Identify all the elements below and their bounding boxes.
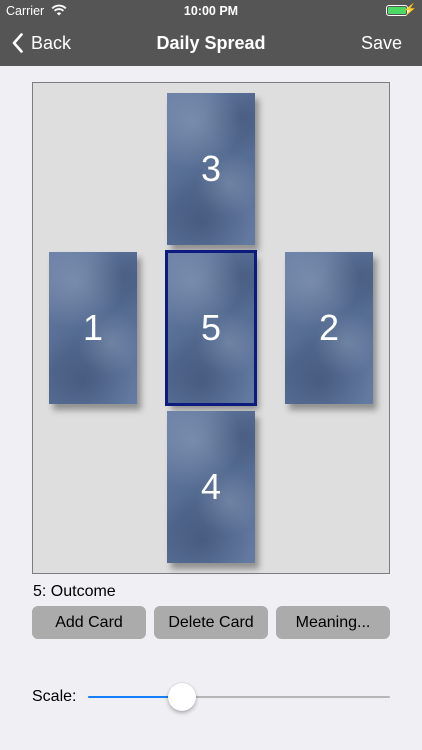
card-4[interactable]: 4	[167, 411, 255, 563]
meaning-button[interactable]: Meaning...	[276, 606, 390, 639]
card-number: 4	[200, 466, 222, 507]
clock: 10:00 PM	[183, 4, 239, 18]
slider-thumb[interactable]	[168, 683, 196, 711]
navigation-bar: Carrier 10:00 PM ⚡ Back Daily Spread Sav…	[0, 0, 422, 66]
scale-slider[interactable]	[88, 681, 390, 713]
spread-board: 3 1 5 2 4	[32, 82, 390, 574]
delete-card-button[interactable]: Delete Card	[154, 606, 268, 639]
selected-card-caption: 5: Outcome	[33, 583, 116, 600]
card-number: 2	[318, 307, 340, 348]
card-3[interactable]: 3	[167, 93, 255, 245]
page-title: Daily Spread	[156, 33, 266, 53]
add-card-button[interactable]: Add Card	[32, 606, 146, 639]
card-2[interactable]: 2	[285, 252, 373, 404]
charging-icon: ⚡	[403, 4, 417, 16]
card-number: 5	[200, 307, 222, 348]
save-button[interactable]: Save	[361, 33, 402, 54]
scale-label: Scale:	[32, 688, 77, 705]
card-5-selected[interactable]: 5	[165, 250, 257, 406]
card-number: 1	[82, 307, 104, 348]
card-number: 3	[200, 148, 222, 189]
status-bar: Carrier 10:00 PM ⚡	[0, 0, 422, 22]
card-1[interactable]: 1	[49, 252, 137, 404]
